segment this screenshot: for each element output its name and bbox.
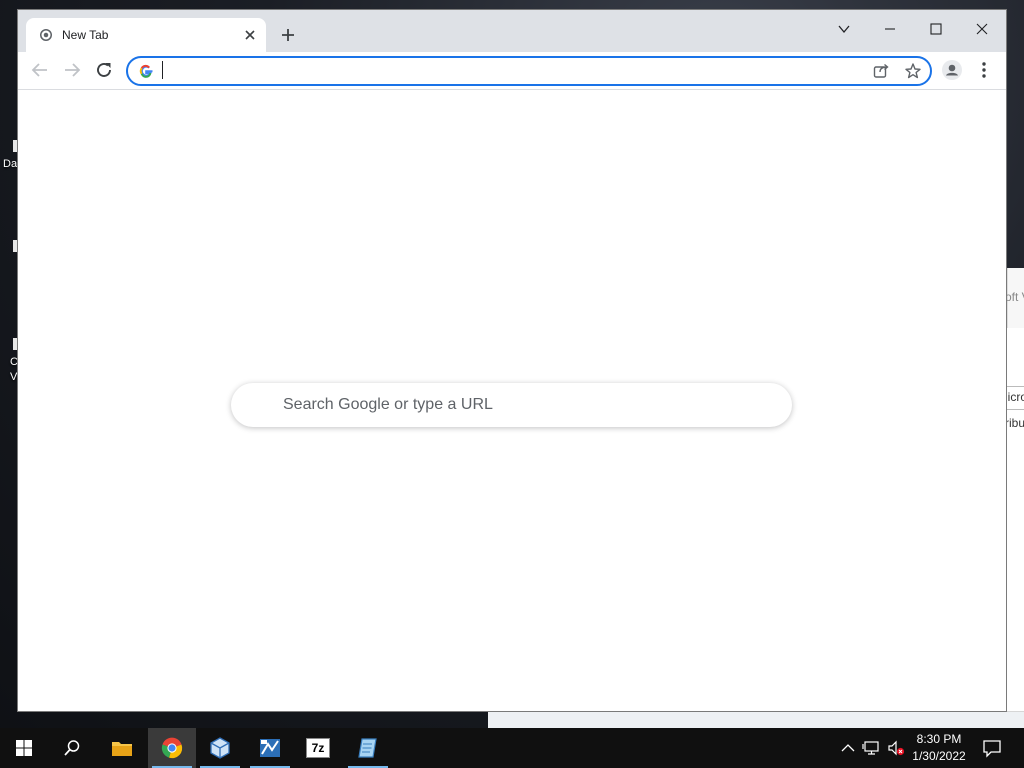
network-tray-button[interactable] xyxy=(862,738,882,758)
windows-start-icon xyxy=(16,740,32,756)
maximize-icon xyxy=(930,23,942,35)
network-icon xyxy=(862,741,879,755)
search-icon xyxy=(64,740,80,756)
notification-icon xyxy=(983,740,1001,758)
ntp-search-box[interactable]: Search Google or type a URL xyxy=(231,383,792,427)
google-g-icon xyxy=(139,64,153,78)
taskbar-notepad[interactable] xyxy=(344,728,392,768)
taskbar-virtualbox[interactable] xyxy=(196,728,244,768)
close-button[interactable] xyxy=(962,15,1002,43)
maximize-button[interactable] xyxy=(916,15,956,43)
clock-date: 1/30/2022 xyxy=(912,749,966,763)
back-button[interactable] xyxy=(29,59,51,81)
background-window-text: licro xyxy=(1005,390,1024,404)
volume-tray-button[interactable] xyxy=(886,738,906,758)
desktop-icon-fragment[interactable] xyxy=(13,140,17,152)
background-window-statusbar xyxy=(488,711,1024,729)
chrome-window[interactable]: New Tab Search Google or type a URL xyxy=(18,10,1006,711)
tab-search-button[interactable] xyxy=(824,15,864,43)
share-icon xyxy=(873,63,889,78)
close-icon xyxy=(976,23,988,35)
folder-icon xyxy=(112,742,132,756)
taskbar-chrome[interactable] xyxy=(148,728,196,768)
reload-icon xyxy=(97,63,111,77)
taskbar: 7z 8:30 PM 1/30/2022 xyxy=(0,728,1024,768)
tab-close-icon[interactable] xyxy=(242,27,258,43)
background-window-text: oft V xyxy=(1005,290,1024,304)
desktop-icon-label: V xyxy=(10,371,18,383)
desktop-icon-fragment[interactable] xyxy=(13,240,17,252)
share-button[interactable] xyxy=(872,62,890,80)
taskbar-file-explorer[interactable] xyxy=(98,728,146,768)
desktop-icon-label: C xyxy=(10,356,18,368)
browser-toolbar xyxy=(18,52,1006,90)
text-caret xyxy=(162,61,163,79)
address-bar[interactable] xyxy=(126,56,932,86)
desktop-icon-fragment[interactable] xyxy=(13,338,17,350)
forward-button[interactable] xyxy=(61,59,83,81)
tab-new-tab[interactable]: New Tab xyxy=(26,18,266,52)
chevron-down-icon xyxy=(838,25,850,34)
address-input[interactable] xyxy=(161,61,855,83)
tab-title: New Tab xyxy=(62,28,109,42)
notepad-icon xyxy=(358,738,377,758)
bookmark-button[interactable] xyxy=(904,62,922,80)
reload-button[interactable] xyxy=(93,59,115,81)
plus-icon xyxy=(282,29,294,41)
background-window-text: ribu xyxy=(1005,416,1024,430)
new-tab-page: Search Google or type a URL xyxy=(18,90,1006,711)
star-icon xyxy=(905,63,921,79)
profile-button[interactable] xyxy=(941,59,963,81)
chrome-favicon-icon xyxy=(40,29,52,41)
virtualbox-icon xyxy=(210,737,230,759)
new-tab-button[interactable] xyxy=(278,25,298,45)
menu-button[interactable] xyxy=(973,59,995,81)
minimize-icon xyxy=(885,28,895,30)
tab-strip: New Tab xyxy=(18,10,1006,52)
volume-muted-icon xyxy=(888,740,905,756)
chevron-up-icon xyxy=(841,744,855,752)
arrow-right-icon xyxy=(65,63,81,77)
network-app-icon xyxy=(260,739,280,757)
taskbar-network-app[interactable] xyxy=(246,728,294,768)
arrow-left-icon xyxy=(31,63,47,77)
show-hidden-icons-button[interactable] xyxy=(838,738,858,758)
chrome-icon xyxy=(161,737,183,759)
ntp-search-placeholder: Search Google or type a URL xyxy=(283,396,493,413)
desktop-icon-label: Da xyxy=(3,158,18,170)
taskbar-search-button[interactable] xyxy=(48,728,96,768)
7zip-icon: 7z xyxy=(306,738,330,758)
action-center-button[interactable] xyxy=(982,738,1002,758)
start-button[interactable] xyxy=(0,728,48,768)
taskbar-clock[interactable]: 8:30 PM 1/30/2022 xyxy=(906,731,972,765)
profile-icon xyxy=(942,60,962,80)
kebab-menu-icon xyxy=(982,62,986,78)
taskbar-7zip[interactable]: 7z xyxy=(294,728,342,768)
clock-time: 8:30 PM xyxy=(916,732,962,746)
minimize-button[interactable] xyxy=(870,15,910,43)
